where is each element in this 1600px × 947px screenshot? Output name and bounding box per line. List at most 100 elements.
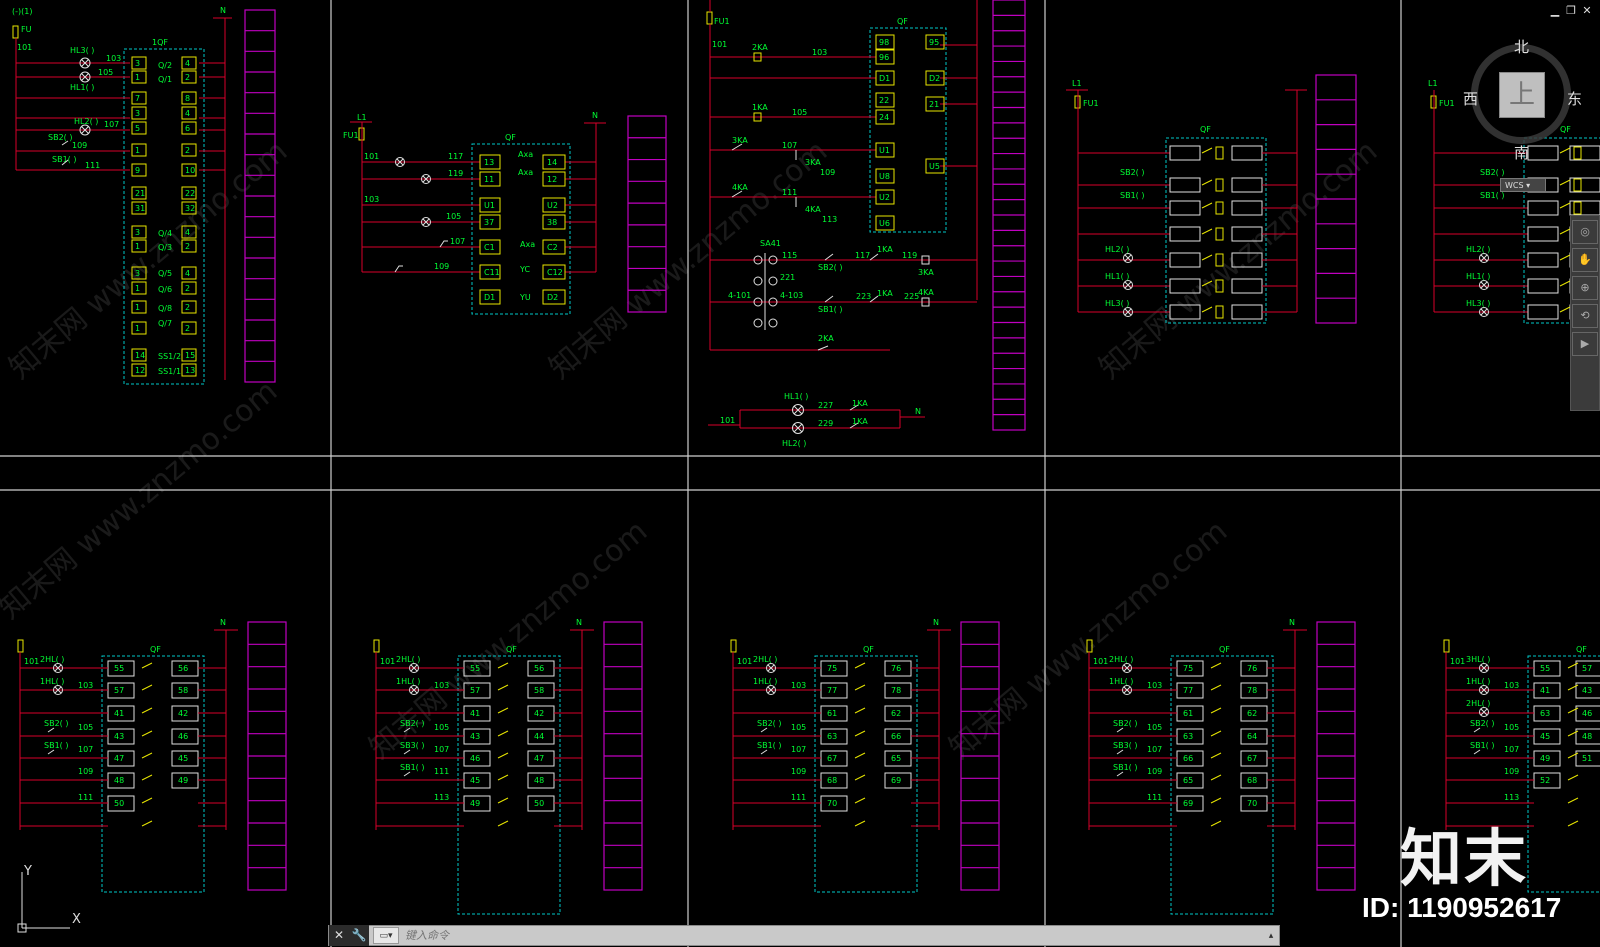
sub-label: Q/4 bbox=[158, 229, 172, 238]
terminal-label: 78 bbox=[1247, 686, 1257, 695]
close-icon[interactable]: ✕ bbox=[1580, 4, 1594, 18]
aux-label: Axa bbox=[518, 168, 533, 177]
wire-label: 113 bbox=[1504, 793, 1519, 802]
svg-text:101: 101 bbox=[712, 40, 727, 49]
wcs-dropdown[interactable]: WCS ▾ bbox=[1500, 178, 1546, 192]
terminal-label: D2 bbox=[547, 293, 558, 302]
wire-label: 105 bbox=[1504, 723, 1519, 732]
viewcube-top-face[interactable]: 上 bbox=[1499, 72, 1545, 118]
restore-icon[interactable]: ❐ bbox=[1564, 4, 1578, 18]
terminal-label: C1 bbox=[484, 243, 495, 252]
terminal-label: 62 bbox=[891, 709, 901, 718]
terminal-block bbox=[1169, 145, 1201, 161]
qf-label: QF bbox=[506, 645, 517, 654]
terminal-label: 1 bbox=[135, 303, 140, 312]
terminal-strip bbox=[247, 621, 287, 891]
customize-wrench-icon[interactable]: 🔧 bbox=[349, 925, 369, 946]
svg-text:109: 109 bbox=[434, 262, 449, 271]
bottom-schematics[interactable]: N QF 55 56 57 58 41 42 43 46 47 45 48 49 50 101 103 105 10… bbox=[17, 618, 1600, 915]
terminal-label: 69 bbox=[891, 776, 901, 785]
svg-text:107: 107 bbox=[104, 120, 119, 129]
terminal-label: 45 bbox=[470, 776, 480, 785]
terminal-label: 43 bbox=[1582, 686, 1592, 695]
minimize-icon[interactable]: ▁ bbox=[1548, 4, 1562, 18]
viewcube-west[interactable]: 西 bbox=[1463, 88, 1478, 109]
svg-text:FU1: FU1 bbox=[714, 17, 730, 26]
pan-icon[interactable]: ✋ bbox=[1572, 248, 1598, 272]
terminal-label: 12 bbox=[547, 175, 557, 184]
command-input[interactable] bbox=[403, 926, 1263, 945]
terminal-block bbox=[1527, 226, 1559, 242]
svg-text:SB2( ): SB2( ) bbox=[1480, 168, 1504, 177]
p3-1ka-b: 1KA bbox=[852, 417, 868, 426]
terminal-label: 77 bbox=[1183, 686, 1193, 695]
p1-top-label: (-)(1) bbox=[12, 7, 32, 16]
terminal-label: 68 bbox=[827, 776, 837, 785]
terminal-strip bbox=[960, 621, 1000, 891]
svg-text:1KA: 1KA bbox=[877, 289, 893, 298]
terminal-label: 70 bbox=[827, 799, 837, 808]
terminal-strip bbox=[244, 9, 276, 383]
terminal-label: 43 bbox=[114, 732, 124, 741]
terminal-label: 41 bbox=[1540, 686, 1550, 695]
viewcube-north[interactable]: 北 bbox=[1514, 36, 1529, 57]
terminal-label: U6 bbox=[879, 219, 890, 228]
showmotion-icon[interactable]: ▶ bbox=[1572, 332, 1598, 356]
terminal-label: 63 bbox=[827, 732, 837, 741]
terminal-label: 24 bbox=[879, 113, 889, 122]
svg-text:HL2( ): HL2( ) bbox=[1105, 245, 1129, 254]
terminal-label: 75 bbox=[1183, 664, 1193, 673]
recent-commands-button[interactable]: ▭▾ bbox=[373, 927, 399, 944]
terminal-label: 55 bbox=[470, 664, 480, 673]
svg-text:HL1( ): HL1( ) bbox=[70, 83, 94, 92]
terminal-label: 4 bbox=[185, 59, 190, 68]
terminal-block bbox=[1527, 304, 1559, 320]
terminal-block bbox=[1231, 177, 1263, 193]
terminal-label: 47 bbox=[534, 754, 544, 763]
terminal-label: 3 bbox=[135, 109, 140, 118]
viewcube-east[interactable]: 东 bbox=[1567, 88, 1582, 109]
cad-drawing-canvas[interactable]: 知末网 www.znzmo.com 知末网 www.znzmo.com 知末网 … bbox=[0, 0, 1600, 947]
svg-text:SB2( ): SB2( ) bbox=[818, 263, 842, 272]
viewcube-south[interactable]: 南 bbox=[1514, 142, 1529, 163]
svg-text:2KA: 2KA bbox=[752, 43, 768, 52]
command-history-icon[interactable]: ▴ bbox=[1263, 931, 1279, 941]
svg-text:105: 105 bbox=[446, 212, 461, 221]
terminal-label: 66 bbox=[891, 732, 901, 741]
steering-wheel-icon[interactable]: ◎ bbox=[1572, 220, 1598, 244]
viewcube[interactable]: 上 北 南 东 西 bbox=[1463, 36, 1593, 163]
wire-label: 107 bbox=[791, 745, 806, 754]
terminal-label: 96 bbox=[879, 53, 889, 62]
bottom-panel-1[interactable]: N QF 55 56 57 58 41 42 43 46 47 45 48 49 50 101 103 105 10… bbox=[17, 618, 287, 893]
svg-text:X: X bbox=[72, 912, 81, 927]
wire-label: 105 bbox=[78, 723, 93, 732]
orbit-icon[interactable]: ⟲ bbox=[1572, 304, 1598, 328]
lamp-label: 1HL( ) bbox=[396, 677, 420, 686]
svg-text:111: 111 bbox=[85, 161, 100, 170]
bottom-panel-4[interactable]: N QF 75 76 77 78 61 62 63 64 66 67 65 68 69 70 101 103 105… bbox=[1086, 618, 1356, 915]
terminal-label: 4 bbox=[185, 269, 190, 278]
zoom-icon[interactable]: ⊕ bbox=[1572, 276, 1598, 300]
terminal-label: 66 bbox=[1183, 754, 1193, 763]
terminal-label: 61 bbox=[1183, 709, 1193, 718]
command-line: ✕ 🔧 ▭▾ ▴ bbox=[328, 925, 1280, 946]
wire-label: 107 bbox=[1504, 745, 1519, 754]
terminal-label: 44 bbox=[534, 732, 544, 741]
p1-qf-label: 1QF bbox=[152, 38, 168, 47]
svg-text:105: 105 bbox=[792, 108, 807, 117]
terminal-block bbox=[1527, 278, 1559, 294]
schematic-panel-2[interactable]: L1 FU1 N QF 101 117 119 103 105 107 109 … bbox=[343, 111, 667, 315]
aux-label: Axa bbox=[518, 150, 533, 159]
terminal-label: 63 bbox=[1183, 732, 1193, 741]
svg-text:107: 107 bbox=[450, 237, 465, 246]
svg-text:103: 103 bbox=[106, 54, 121, 63]
terminal-strip bbox=[1315, 74, 1357, 324]
wire-label: 109 bbox=[1147, 767, 1162, 776]
svg-text:4-103: 4-103 bbox=[780, 291, 803, 300]
terminal-block bbox=[1231, 145, 1263, 161]
close-icon[interactable]: ✕ bbox=[329, 925, 349, 946]
terminal-label: 46 bbox=[470, 754, 480, 763]
qf-label: QF bbox=[150, 645, 161, 654]
terminal-label: 6 bbox=[185, 124, 190, 133]
wire-label: 105 bbox=[791, 723, 806, 732]
